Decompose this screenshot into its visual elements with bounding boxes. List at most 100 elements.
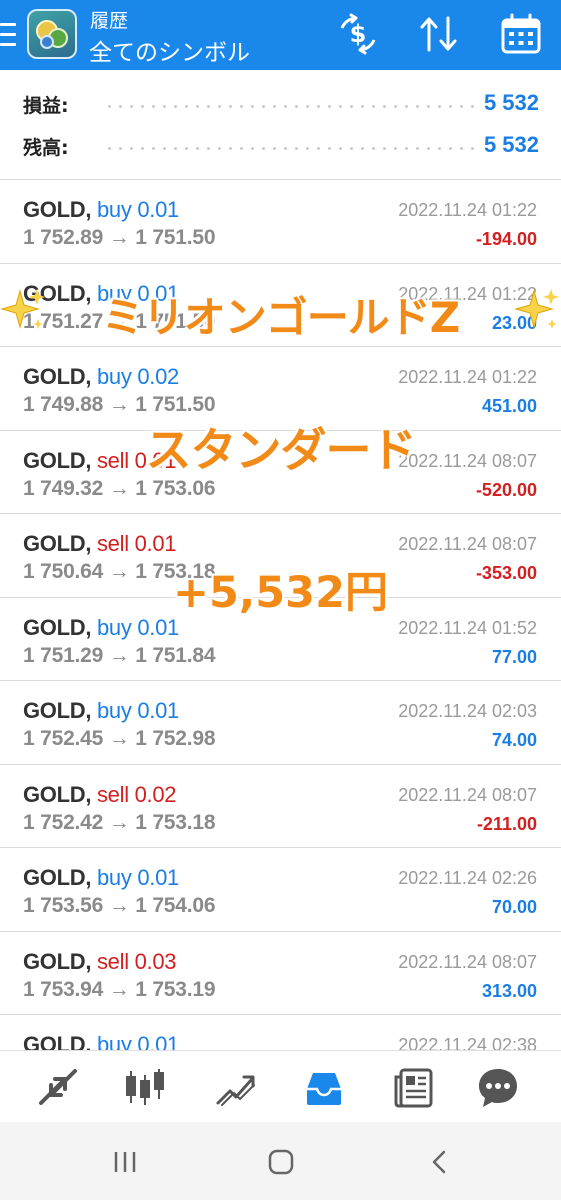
trade-row[interactable]: GOLD, buy 0.01 1 751.27 → 1 751.50 2022.11… xyxy=(0,264,561,347)
trade-time: 2022.11.24 01:52 xyxy=(398,617,537,638)
trade-time: 2022.11.24 08:07 xyxy=(398,450,537,471)
symbol-name: GOLD, xyxy=(23,447,92,473)
trade-symbol: GOLD, buy 0.01 xyxy=(23,281,179,307)
calendar-icon[interactable] xyxy=(499,12,543,56)
symbol-name: GOLD, xyxy=(23,781,92,807)
trade-symbol: GOLD, sell 0.02 xyxy=(23,781,177,808)
menu-icon[interactable] xyxy=(0,18,18,52)
trade-lots: 0.01 xyxy=(137,1032,179,1050)
trade-time: 2022.11.24 08:07 xyxy=(398,534,537,554)
trade-row[interactable]: GOLD, buy 0.01 1 752.89 → 1 751.50 2022.11… xyxy=(0,180,561,264)
trade-row[interactable]: GOLD, sell 0.02 1 752.42 → 1 753.18 2022.1… xyxy=(0,765,561,848)
deposit-swap-icon[interactable]: $ xyxy=(336,12,380,56)
trade-row[interactable]: GOLD, buy 0.01 1 751.29 → 1 751.84 2022.11… xyxy=(0,598,561,681)
svg-text:$: $ xyxy=(350,20,367,48)
trade-profit: -194.00 xyxy=(475,229,537,249)
trade-row[interactable]: GOLD, sell 0.01 1 749.32 → 1 753.06 2022.1… xyxy=(0,431,561,514)
quotes-icon[interactable] xyxy=(33,1065,79,1111)
trade-symbol: GOLD, buy 0.01 xyxy=(23,1032,179,1050)
back-icon[interactable] xyxy=(420,1144,460,1180)
trade-prices: 1 752.89 → 1 751.50 xyxy=(23,226,216,249)
trade-time: 2022.11.24 02:38 xyxy=(398,1035,537,1050)
trade-prices: 1 750.64 → 1 753.18 xyxy=(23,560,216,583)
trade-prices: 1 753.56 → 1 754.06 xyxy=(23,894,216,917)
profit-value: 5 532 xyxy=(475,90,539,116)
bottom-tab-bar xyxy=(0,1050,561,1122)
trade-lots: 0.01 xyxy=(134,447,177,473)
trade-prices: 1 752.45 → 1 752.98 xyxy=(23,727,216,750)
chat-icon[interactable] xyxy=(475,1065,521,1111)
trade-prices: 1 749.32 → 1 753.06 xyxy=(23,476,216,500)
history-icon[interactable] xyxy=(301,1065,347,1111)
trade-row[interactable]: GOLD, buy 0.01 2022.11.24 02:38 xyxy=(0,1015,561,1050)
trade-profit: 74.00 xyxy=(491,730,537,750)
trade-side: buy xyxy=(96,1032,132,1050)
trade-row[interactable]: GOLD, buy 0.01 1 752.45 → 1 752.98 2022.11… xyxy=(0,681,561,765)
trade-profit: 451.00 xyxy=(481,396,537,416)
symbol-name: GOLD, xyxy=(23,280,92,306)
trade-symbol: GOLD, sell 0.01 xyxy=(23,531,177,557)
trade-lots: 0.01 xyxy=(137,614,179,640)
chart-icon[interactable] xyxy=(122,1065,168,1111)
trade-lots: 0.03 xyxy=(134,948,177,974)
balance-row: 残高: 5 532 xyxy=(0,127,561,163)
trade-time: 2022.11.24 02:26 xyxy=(398,868,537,888)
trade-side: sell xyxy=(96,531,129,556)
app-header: 履歴 全てのシンボル $ xyxy=(0,0,561,70)
trade-profit: 313.00 xyxy=(481,980,537,1001)
trade-prices: 1 749.88 → 1 751.50 xyxy=(23,393,216,416)
symbol-name: GOLD, xyxy=(23,865,92,890)
trade-row[interactable]: GOLD, sell 0.01 1 750.64 → 1 753.18 2022.1… xyxy=(0,514,561,598)
trade-prices: 1 752.42 → 1 753.18 xyxy=(23,810,216,834)
symbol-name: GOLD, xyxy=(23,948,92,974)
trade-time: 2022.11.24 08:07 xyxy=(398,951,537,972)
profit-row: 損益: 5 532 xyxy=(0,85,561,121)
trade-time: 2022.11.24 01:22 xyxy=(398,283,537,304)
trade-lots: 0.02 xyxy=(134,781,177,807)
symbol-filter-title[interactable]: 全てのシンボル xyxy=(89,33,250,67)
trade-profit: 77.00 xyxy=(491,646,537,667)
balance-label: 残高: xyxy=(23,137,69,159)
trade-time: 2022.11.24 01:22 xyxy=(398,367,537,387)
symbol-name: GOLD, xyxy=(23,364,92,389)
news-icon[interactable] xyxy=(391,1065,437,1111)
recent-apps-icon[interactable] xyxy=(106,1144,146,1180)
trade-profit: -520.00 xyxy=(475,479,537,500)
trade-profit: 23.00 xyxy=(491,312,537,333)
trade-lots: 0.01 xyxy=(137,865,179,890)
trade-time: 2022.11.24 01:22 xyxy=(398,200,537,220)
trade-row[interactable]: GOLD, sell 0.03 1 753.94 → 1 753.19 2022.1… xyxy=(0,932,561,1015)
trade-prices: 1 751.29 → 1 751.84 xyxy=(23,643,216,667)
metatrader-logo xyxy=(27,9,77,59)
symbol-name: GOLD, xyxy=(23,1032,92,1050)
trade-history-list[interactable]: GOLD, buy 0.01 1 752.89 → 1 751.50 2022.11… xyxy=(0,180,561,1050)
trade-lots: 0.01 xyxy=(134,531,177,556)
trade-profit: 70.00 xyxy=(491,897,537,917)
trade-time: 2022.11.24 08:07 xyxy=(398,784,537,805)
balance-value: 5 532 xyxy=(475,132,539,158)
trade-lots: 0.01 xyxy=(137,698,179,723)
trade-side: sell xyxy=(96,948,129,974)
summary-panel: 損益: 5 532 残高: 5 532 xyxy=(0,70,561,180)
trade-row[interactable]: GOLD, buy 0.02 1 749.88 → 1 751.50 2022.11… xyxy=(0,347,561,431)
symbol-name: GOLD, xyxy=(23,614,92,640)
symbol-name: GOLD, xyxy=(23,197,92,222)
trade-lots: 0.01 xyxy=(137,280,179,306)
symbol-name: GOLD, xyxy=(23,698,92,723)
trade-symbol: GOLD, buy 0.01 xyxy=(23,698,179,724)
home-icon[interactable] xyxy=(261,1144,301,1180)
trade-side: buy xyxy=(96,865,132,890)
trade-symbol: GOLD, buy 0.01 xyxy=(23,865,179,891)
sort-icon[interactable] xyxy=(417,12,461,56)
trade-icon[interactable] xyxy=(212,1065,258,1111)
header-subtitle: 履歴 xyxy=(90,10,129,32)
trade-symbol: GOLD, sell 0.03 xyxy=(23,948,177,975)
trade-side: buy xyxy=(96,197,132,222)
profit-label: 損益: xyxy=(23,95,69,117)
trade-lots: 0.02 xyxy=(137,364,179,389)
trade-side: buy xyxy=(96,614,132,640)
trade-time: 2022.11.24 02:03 xyxy=(398,701,537,721)
trade-prices: 1 751.27 → 1 751.50 xyxy=(23,309,216,333)
trade-row[interactable]: GOLD, buy 0.01 1 753.56 → 1 754.06 2022.11… xyxy=(0,848,561,932)
trade-profit: -211.00 xyxy=(476,813,537,834)
